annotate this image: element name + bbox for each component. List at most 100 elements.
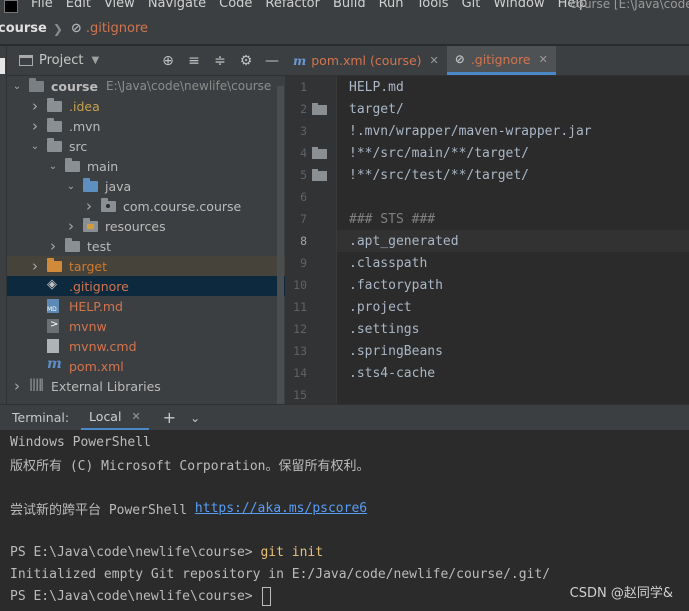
chevron-down-icon[interactable]: ⌄: [47, 161, 59, 172]
tree-node-java[interactable]: ⌄ java: [7, 176, 285, 196]
chevron-right-icon[interactable]: ›: [29, 117, 41, 135]
terminal-line: 尝试新的跨平台 PowerShell https://aka.ms/pscore…: [10, 497, 367, 519]
line-number: 7: [300, 212, 307, 226]
chevron-down-icon[interactable]: ▼: [91, 55, 99, 66]
terminal-title: Terminal:: [12, 410, 70, 425]
tree-node-mvnw[interactable]: mvnw: [7, 316, 285, 336]
tree-node-idea[interactable]: › .idea: [7, 96, 285, 116]
code-line-text: !**/src/test/**/target/: [349, 167, 530, 183]
menu-item-edit[interactable]: Edit: [66, 0, 91, 10]
line-number: 15: [293, 388, 307, 402]
menu-item-git[interactable]: Git: [462, 0, 481, 10]
line-number: 4: [300, 146, 307, 160]
tree-node-target[interactable]: › target: [7, 256, 285, 276]
menu-item-window[interactable]: Window: [493, 0, 544, 10]
navigation-bar: course ❯ ⊘ .gitignore: [0, 13, 689, 45]
breadcrumb-project[interactable]: course: [0, 21, 47, 36]
tree-node-external-libraries[interactable]: › |||‖ External Libraries: [7, 376, 285, 396]
menu-item-code[interactable]: Code: [219, 0, 252, 10]
line-number: 13: [293, 344, 307, 358]
line-number: 9: [300, 256, 307, 270]
tree-node-help-md[interactable]: HELP.md: [7, 296, 285, 316]
terminal-tab-local[interactable]: Local ✕: [81, 405, 149, 431]
chevron-right-icon[interactable]: ›: [29, 257, 41, 275]
code-line: HELP.md: [337, 76, 689, 98]
project-scrollbar[interactable]: [277, 86, 284, 404]
gear-icon[interactable]: ⚙: [233, 53, 259, 69]
code-area[interactable]: HELP.md target/ !.mvn/wrapper/maven-wrappe…: [337, 76, 689, 404]
tree-node-resources[interactable]: › resources: [7, 216, 285, 236]
chevron-down-icon[interactable]: ⌄: [29, 141, 41, 152]
editor-tab[interactable]: ⊘ .gitignore ✕: [446, 46, 556, 75]
folder-icon: [312, 103, 327, 115]
project-tree: ⌄ course E:\Java\code\newlife\course › .idea…: [7, 76, 285, 396]
project-stripe-button[interactable]: [0, 58, 5, 74]
collapse-all-icon[interactable]: ≑: [207, 53, 233, 69]
tree-node-gitignore[interactable]: .gitignore: [7, 276, 285, 296]
menu-item-navigate[interactable]: Navigate: [148, 0, 206, 10]
locate-file-icon[interactable]: ⊕: [155, 53, 181, 69]
menu-item-build[interactable]: Build: [333, 0, 366, 10]
line-number: 6: [300, 190, 307, 204]
tree-node-course[interactable]: ⌄ course E:\Java\code\newlife\course: [7, 76, 285, 96]
menu-item-view[interactable]: View: [104, 0, 135, 10]
add-icon[interactable]: +: [163, 408, 176, 427]
tree-node-pom-xml[interactable]: m pom.xml: [7, 356, 285, 376]
editor-tab-label: pom.xml (course): [311, 53, 422, 68]
chevron-right-icon[interactable]: ›: [83, 197, 95, 215]
tree-node-main[interactable]: ⌄ main: [7, 156, 285, 176]
menu-item-file[interactable]: File: [31, 0, 53, 10]
chevron-down-icon[interactable]: ⌄: [190, 411, 200, 425]
tree-node-path: E:\Java\code\newlife\course: [106, 79, 272, 93]
terminal-line: Initialized empty Git repository in E:/J…: [10, 563, 550, 585]
code-line-text: .factorypath: [349, 277, 443, 293]
menu-item-run[interactable]: Run: [379, 0, 404, 10]
terminal-line-text: Windows PowerShell: [10, 434, 151, 450]
close-icon[interactable]: ✕: [539, 53, 548, 66]
terminal-link[interactable]: https://aka.ms/pscore6: [195, 501, 367, 516]
tree-node-mvn[interactable]: › .mvn: [7, 116, 285, 136]
chevron-right-icon[interactable]: ›: [65, 217, 77, 235]
folder-icon: [101, 198, 117, 213]
close-icon[interactable]: ✕: [430, 54, 439, 67]
file-icon: [47, 339, 63, 353]
project-view-selector[interactable]: Project: [39, 53, 83, 68]
chevron-right-icon[interactable]: ›: [11, 377, 23, 395]
tree-node-label: course: [51, 78, 98, 94]
tree-node-label: External Libraries: [51, 378, 161, 394]
folder-icon: [83, 218, 99, 233]
close-icon[interactable]: ✕: [131, 410, 140, 423]
chevron-down-icon[interactable]: ⌄: [11, 81, 23, 92]
code-line-text: .classpath: [349, 255, 428, 271]
tree-node-src[interactable]: ⌄ src: [7, 136, 285, 156]
terminal-line: PS E:\Java\code\newlife\course>: [10, 585, 272, 607]
hide-icon[interactable]: —: [259, 53, 285, 69]
chevron-down-icon[interactable]: ⌄: [65, 181, 77, 192]
menu-item-refactor[interactable]: Refactor: [265, 0, 320, 10]
breadcrumb-file[interactable]: .gitignore: [86, 21, 148, 36]
tree-node-mvnw-cmd[interactable]: mvnw.cmd: [7, 336, 285, 356]
code-line: .apt_generated: [337, 230, 689, 252]
app-icon: [4, 0, 18, 13]
chevron-right-icon[interactable]: ›: [29, 97, 41, 115]
menu-items: File Edit View Navigate Code Refactor Build Run…: [18, 0, 587, 13]
menu-item-tools[interactable]: Tools: [417, 0, 449, 10]
line-number: 11: [293, 300, 307, 314]
folder-icon: [83, 178, 99, 193]
folder-icon: [312, 169, 327, 181]
folder-icon: [312, 147, 327, 159]
tree-node-com-course-course[interactable]: › com.course.course: [7, 196, 285, 216]
editor-tab[interactable]: m pom.xml (course) ✕: [285, 46, 447, 75]
folder-icon: [29, 78, 45, 93]
code-line-text: .springBeans: [349, 343, 443, 359]
tree-node-label: target: [69, 258, 108, 274]
expand-all-icon[interactable]: ≡: [181, 53, 207, 69]
tree-node-test[interactable]: › test: [7, 236, 285, 256]
chevron-right-icon[interactable]: ›: [47, 237, 59, 255]
editor-gutter: 1 2 3 4 5 6 7 8 9 10 11 12 13 14 15: [285, 76, 337, 404]
code-line-text: .settings: [349, 321, 420, 337]
terminal-line-text: 版权所有 (C) Microsoft Corporation。保留所有权利。: [10, 458, 370, 474]
tree-node-label: mvnw.cmd: [69, 338, 137, 354]
